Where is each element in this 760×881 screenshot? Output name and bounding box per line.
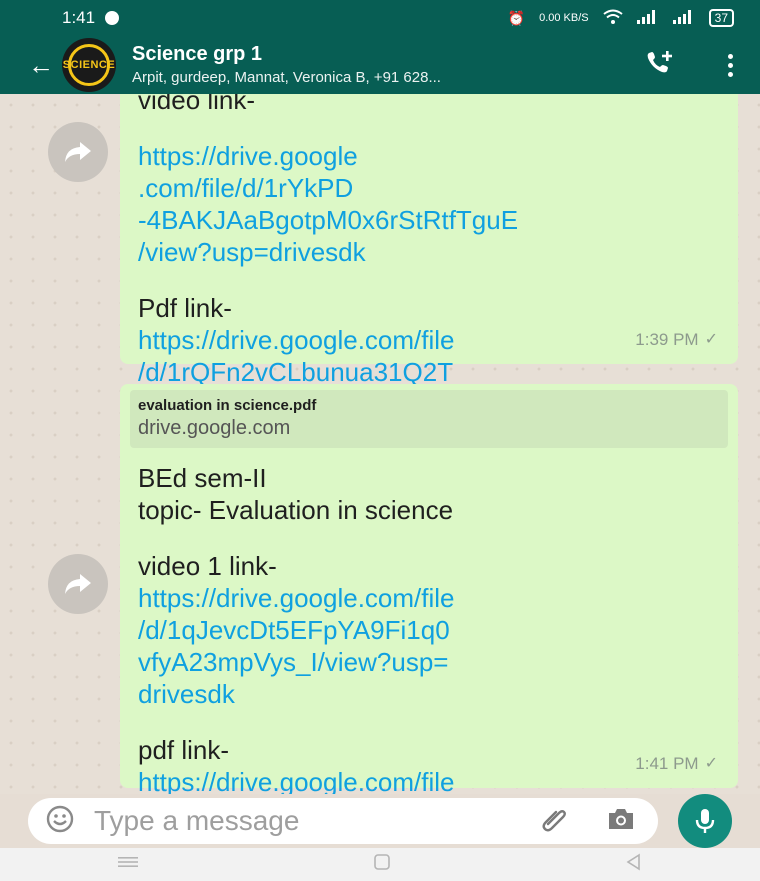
alarm-icon: ⏰	[507, 9, 526, 26]
chat-title-block[interactable]: Science grp 1 Arpit, gurdeep, Mannat, Ve…	[132, 43, 441, 86]
message-meta: 1:39 PM ✓	[635, 324, 718, 356]
signal-icon	[636, 9, 659, 27]
message-meta: 1:41 PM ✓	[635, 748, 718, 780]
battery-icon: 37	[708, 9, 734, 27]
message-bubble[interactable]: evaluation in science.pdf drive.google.c…	[120, 384, 738, 794]
message-link[interactable]: https://drive.google .com/file/d/1rYkPD …	[138, 140, 720, 268]
add-call-icon[interactable]	[644, 49, 674, 82]
message-text: Pdf link-	[138, 293, 232, 323]
message-bubble[interactable]: video link- https://drive.google .com/fi…	[120, 94, 738, 451]
notification-dot-icon	[105, 11, 120, 25]
more-options-icon[interactable]	[728, 53, 734, 77]
message-time: 1:41 PM	[635, 754, 699, 773]
message-text: topic- Evaluation in science	[138, 495, 454, 525]
group-avatar[interactable]: SCIENCE	[62, 38, 116, 92]
status-icons: ⏰ 0.00 KB/S 37	[508, 9, 734, 28]
message-text: pdf link-	[138, 735, 230, 765]
wifi-icon	[603, 9, 623, 28]
attachment-icon[interactable]	[540, 804, 570, 839]
status-bar: 1:41 ⏰ 0.00 KB/S 37	[0, 0, 760, 36]
system-nav-bar	[0, 848, 760, 881]
signal-icon-2	[672, 9, 695, 27]
group-name: Science grp 1	[132, 43, 263, 66]
message-text: video 1 link-	[138, 551, 277, 581]
message-time: 1:39 PM	[635, 330, 699, 349]
link-preview[interactable]: evaluation in science.pdf drive.google.c…	[130, 390, 728, 448]
message-link[interactable]: https://drive.google.com/file /d/1qJevcD…	[138, 582, 720, 710]
chat-area[interactable]: video link- https://drive.google .com/fi…	[0, 94, 760, 794]
forward-icon[interactable]	[48, 554, 108, 614]
message-text: video link-	[138, 94, 256, 115]
back-arrow-icon[interactable]: ←	[28, 36, 62, 94]
back-nav-icon[interactable]	[624, 852, 644, 877]
camera-icon[interactable]	[606, 806, 636, 837]
forward-icon[interactable]	[48, 122, 108, 182]
chat-header: ← SCIENCE Science grp 1 Arpit, gurdeep, …	[0, 36, 760, 94]
message-text: BEd sem-II	[138, 463, 267, 493]
avatar-text: SCIENCE	[62, 59, 116, 71]
mic-icon	[695, 809, 715, 833]
menu-nav-icon[interactable]	[116, 855, 140, 874]
composer-bar	[0, 794, 760, 848]
sent-check-icon: ✓	[704, 755, 718, 772]
message-input[interactable]	[92, 804, 476, 838]
status-time: 1:41	[62, 8, 96, 27]
net-speed: 0.00 KB/S	[539, 12, 589, 24]
mic-button[interactable]	[678, 794, 732, 848]
home-nav-icon[interactable]	[372, 852, 392, 877]
preview-title: evaluation in science.pdf	[138, 397, 317, 414]
preview-domain: drive.google.com	[138, 417, 291, 439]
composer-box[interactable]	[28, 798, 658, 844]
emoji-icon[interactable]	[46, 805, 74, 838]
message-link[interactable]: https://drive.google.com/file /d/1qJevcD…	[138, 766, 720, 794]
sent-check-icon: ✓	[704, 331, 718, 348]
group-members: Arpit, gurdeep, Mannat, Veronica B, +91 …	[132, 69, 441, 87]
